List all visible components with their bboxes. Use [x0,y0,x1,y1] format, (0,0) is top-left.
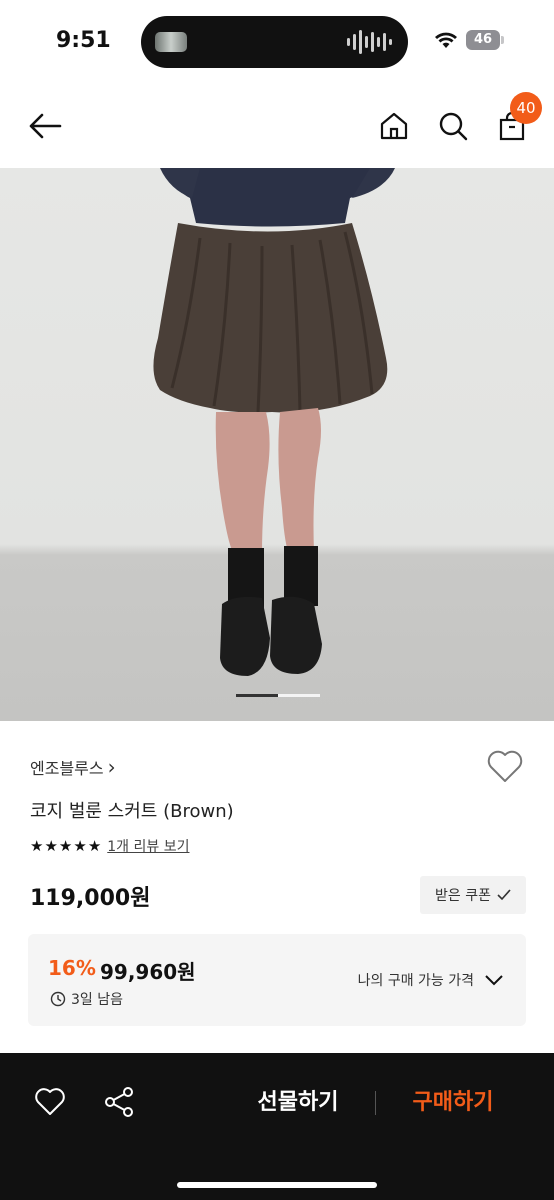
gift-button[interactable]: 선물하기 [240,1085,356,1121]
battery-cap [501,36,504,44]
brand-link[interactable]: 엔조블루스 › [30,755,116,779]
bottom-like-button[interactable] [34,1087,66,1121]
star-icon: ★ [73,837,87,855]
back-button[interactable] [25,106,65,146]
my-price-toggle[interactable]: 나의 구매 가능 가격 [358,970,504,990]
timer-label: 3일 남음 [71,992,123,1008]
dynamic-island [141,16,408,68]
wishlist-button[interactable] [486,748,524,788]
search-button[interactable] [433,106,473,146]
review-link[interactable]: 1개 리뷰 보기 [107,836,189,856]
heart-icon [487,750,523,782]
product-image-gallery[interactable] [0,168,554,721]
star-icon: ★ [30,837,44,855]
rating-row: ★ ★ ★ ★ ★ 1개 리뷰 보기 [30,836,189,856]
cart-count-badge: 40 [510,92,542,124]
home-indicator[interactable] [177,1182,377,1188]
share-button[interactable] [103,1086,135,1122]
home-button[interactable] [374,106,414,146]
now-playing-artwork-icon [155,32,187,52]
buy-button[interactable]: 구매하기 [395,1085,511,1121]
home-icon [380,112,408,140]
search-icon [439,112,468,141]
status-time: 9:51 [56,28,111,53]
product-photo [153,168,395,676]
discount-rate: 16% [48,956,96,980]
rating-stars: ★ ★ ★ ★ ★ [30,837,101,855]
chevron-right-icon: › [107,755,116,779]
product-price: 119,000원 [30,886,151,911]
chevron-down-icon [485,975,503,986]
coupon-button-label: 받은 쿠폰 [435,888,491,904]
product-title: 코지 벌룬 스커트 (Brown) [30,801,234,822]
discount-panel[interactable]: 16% 99,960원 3일 남음 나의 구매 가능 가격 [28,934,526,1026]
discount-timer: 3일 남음 [50,989,123,1009]
star-icon: ★ [44,837,58,855]
top-nav [0,84,554,168]
gallery-pager-progress [236,694,278,697]
wifi-icon [435,32,457,48]
my-price-label: 나의 구매 가능 가격 [357,973,474,989]
gallery-pager [236,694,320,697]
share-icon [105,1087,133,1117]
coupon-button[interactable]: 받은 쿠폰 [420,876,526,914]
check-icon [497,889,511,901]
arrow-left-icon [29,113,62,139]
audio-waveform-icon [347,29,392,55]
battery-indicator: 46 [466,30,500,50]
action-divider [375,1091,376,1115]
status-bar: 9:51 46 [0,0,554,84]
clock-icon [50,991,66,1007]
discount-price: 99,960원 [100,960,196,984]
brand-name: 엔조블루스 [30,759,104,778]
heart-icon [35,1088,65,1115]
bottom-action-bar: 선물하기 구매하기 [0,1053,554,1200]
star-icon: ★ [58,837,73,855]
star-icon: ★ [87,837,102,855]
